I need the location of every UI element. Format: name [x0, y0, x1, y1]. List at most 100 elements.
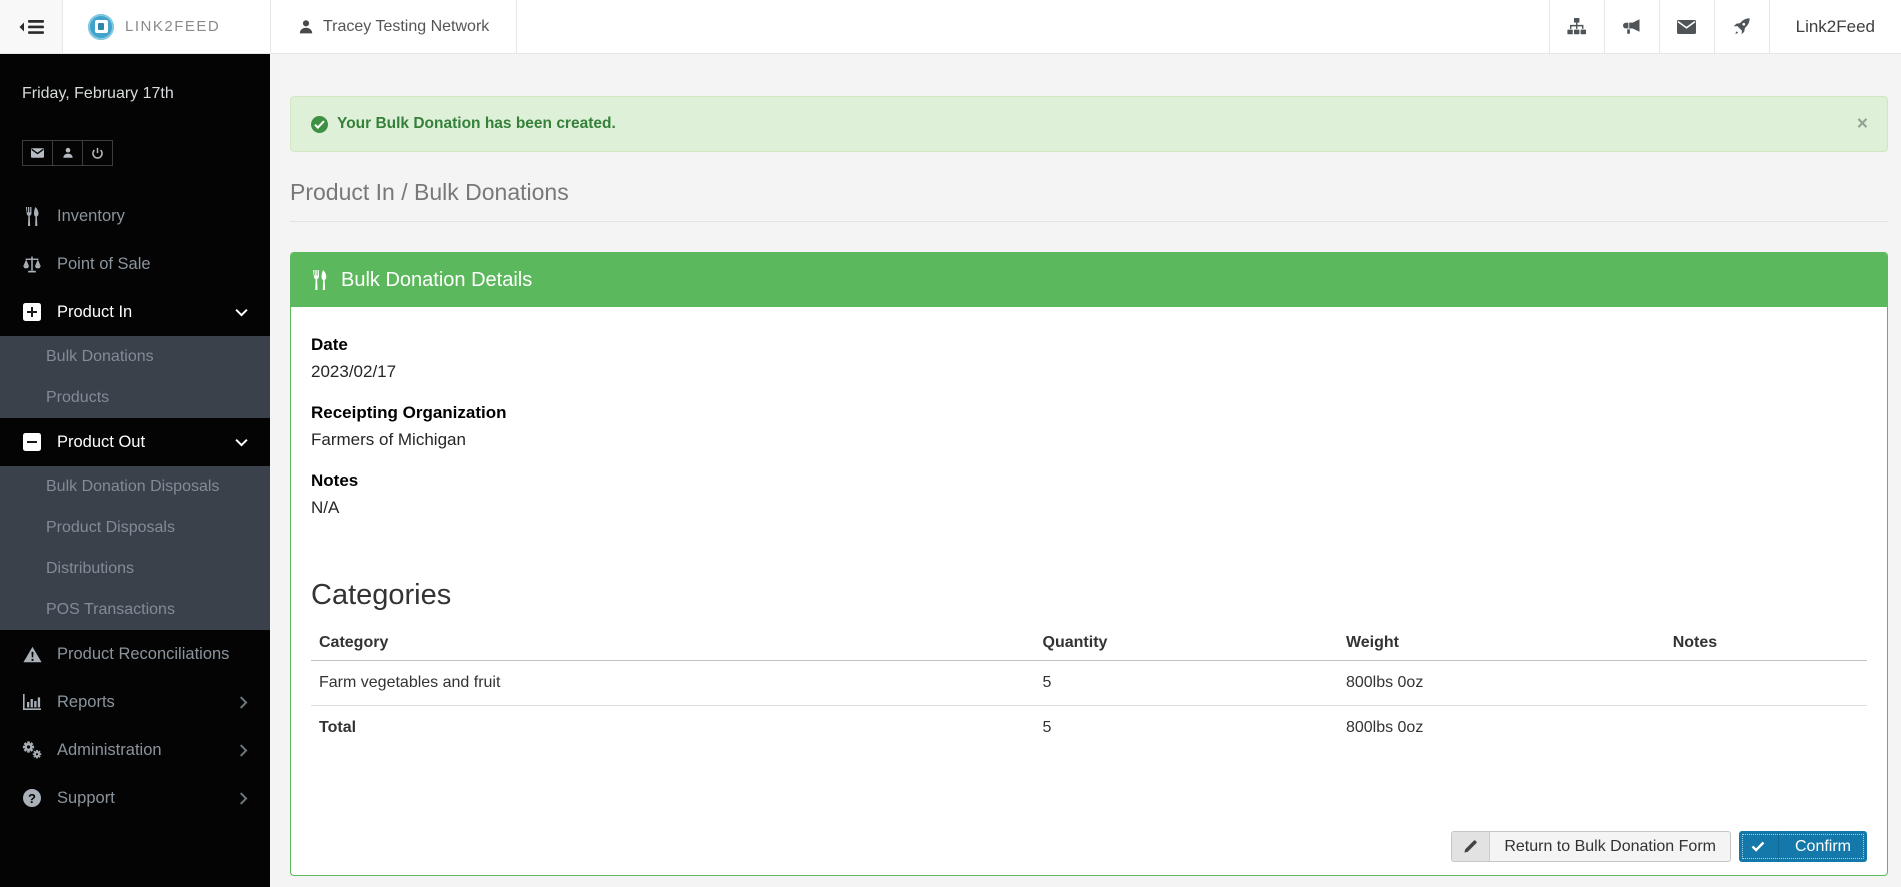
- sidebar-item-pos-transactions[interactable]: POS Transactions: [0, 589, 270, 630]
- sidebar-item-product-reconciliations[interactable]: Product Reconciliations: [0, 630, 270, 678]
- sidebar-item-label: Product Out: [57, 432, 146, 451]
- network-selector[interactable]: Tracey Testing Network: [270, 0, 518, 53]
- hamburger-icon: [19, 19, 44, 34]
- column-header-weight: Weight: [1337, 626, 1665, 661]
- confirm-button[interactable]: Confirm: [1738, 831, 1867, 862]
- sidebar-item-product-out[interactable]: Product Out: [0, 418, 270, 466]
- close-icon[interactable]: ×: [1857, 115, 1868, 134]
- network-name: Tracey Testing Network: [323, 17, 490, 35]
- sidebar-item-support[interactable]: ? Support: [0, 774, 270, 822]
- minus-square-icon: [22, 433, 42, 451]
- field-notes: Notes N/A: [311, 471, 1867, 518]
- field-receipting-organization: Receipting Organization Farmers of Michi…: [311, 403, 1867, 450]
- chevron-right-icon: [239, 791, 248, 805]
- categories-heading: Categories: [311, 579, 452, 611]
- cell-quantity: 5: [1042, 674, 1052, 691]
- sidebar-item-label: Reports: [57, 692, 115, 711]
- sitemap-button[interactable]: [1548, 0, 1604, 53]
- button-label: Confirm: [1794, 837, 1851, 855]
- submenu-item-label: Product Disposals: [46, 518, 175, 536]
- logout-quick-button[interactable]: [82, 140, 113, 166]
- sidebar-item-label: Product In: [57, 302, 133, 321]
- product-in-submenu: Bulk Donations Products: [0, 336, 270, 418]
- return-to-bulk-donation-form-button[interactable]: Return to Bulk Donation Form: [1451, 831, 1731, 862]
- panel-title: Bulk Donation Details: [341, 268, 533, 291]
- cell-total-label: Total: [311, 705, 1035, 750]
- chevron-down-icon: [235, 308, 248, 317]
- messages-quick-button[interactable]: [22, 140, 53, 166]
- sidebar-item-point-of-sale[interactable]: Point of Sale: [0, 240, 270, 288]
- table-row: Farm vegetables and fruit 5 800lbs 0oz: [311, 661, 1867, 706]
- megaphone-icon: [1622, 19, 1640, 34]
- sidebar-menu: Inventory Point of Sale Product In Bulk …: [0, 192, 270, 822]
- field-value: N/A: [311, 498, 340, 517]
- bulk-donation-details-panel: Bulk Donation Details Date 2023/02/17 Re…: [290, 252, 1888, 876]
- bar-chart-icon: [22, 694, 42, 710]
- sidebar-item-label: Product Reconciliations: [57, 644, 230, 663]
- categories-table: Category Quantity Weight Notes Farm vege…: [311, 626, 1867, 750]
- account-label: Link2Feed: [1795, 16, 1875, 36]
- field-value: 2023/02/17: [311, 362, 397, 381]
- sidebar-item-inventory[interactable]: Inventory: [0, 192, 270, 240]
- profile-quick-button[interactable]: [52, 140, 83, 166]
- announcements-button[interactable]: [1603, 0, 1659, 53]
- check-circle-icon: [311, 115, 328, 133]
- table-total-row: Total 5 800lbs 0oz: [311, 705, 1867, 750]
- cell-total-notes: [1664, 705, 1867, 750]
- field-value: Farmers of Michigan: [311, 430, 466, 449]
- submenu-item-label: Bulk Donations: [46, 347, 154, 365]
- submenu-item-label: Bulk Donation Disposals: [46, 477, 220, 495]
- power-icon: [92, 147, 103, 159]
- sidebar-item-distributions[interactable]: Distributions: [0, 548, 270, 589]
- whats-new-button[interactable]: [1713, 0, 1769, 53]
- breadcrumb: Product In / Bulk Donations: [290, 178, 1888, 222]
- sidebar-item-label: Administration: [57, 740, 162, 759]
- pencil-icon: [1452, 832, 1491, 861]
- submenu-item-label: Distributions: [46, 559, 135, 577]
- link2feed-logo-icon: [88, 13, 114, 40]
- brand-text: LINK2FEED: [125, 18, 221, 35]
- sidebar-item-reports[interactable]: Reports: [0, 678, 270, 726]
- sidebar-item-product-in[interactable]: Product In: [0, 288, 270, 336]
- top-bar: LINK2FEED Tracey Testing Network Link2Fe…: [0, 0, 1901, 54]
- user-icon: [299, 19, 313, 33]
- messages-button[interactable]: [1658, 0, 1714, 53]
- submenu-item-label: POS Transactions: [46, 600, 175, 618]
- panel-header: Bulk Donation Details: [291, 253, 1887, 307]
- sidebar-item-label: Point of Sale: [57, 254, 151, 273]
- cell-weight: 800lbs 0oz: [1345, 674, 1424, 691]
- sidebar-item-administration[interactable]: Administration: [0, 726, 270, 774]
- sidebar-quick-actions: [22, 140, 270, 166]
- main-content: Your Bulk Donation has been created. × P…: [270, 54, 1901, 887]
- action-buttons: Return to Bulk Donation Form Confirm: [1451, 831, 1867, 862]
- chevron-down-icon: [235, 438, 248, 447]
- field-date: Date 2023/02/17: [311, 335, 1867, 382]
- sidebar-item-product-disposals[interactable]: Product Disposals: [0, 507, 270, 548]
- account-menu[interactable]: Link2Feed: [1768, 0, 1901, 53]
- warning-icon: [22, 646, 42, 663]
- cell-total-quantity: 5: [1034, 705, 1338, 750]
- sidebar-item-products[interactable]: Products: [0, 377, 270, 418]
- mail-icon: [31, 148, 44, 158]
- scale-icon: [22, 256, 42, 273]
- column-header-quantity: Quantity: [1034, 626, 1338, 661]
- button-label: Return to Bulk Donation Form: [1504, 837, 1716, 855]
- sidebar-item-bulk-donations[interactable]: Bulk Donations: [0, 336, 270, 377]
- brand-home-link[interactable]: LINK2FEED: [63, 0, 270, 53]
- submenu-item-label: Products: [46, 388, 110, 406]
- question-icon: ?: [22, 789, 42, 807]
- rocket-icon: [1733, 18, 1750, 35]
- cell-total-weight: 800lbs 0oz: [1337, 705, 1665, 750]
- sidebar-item-label: Inventory: [57, 206, 125, 225]
- sidebar-toggle-button[interactable]: [0, 0, 63, 53]
- field-label: Notes: [311, 471, 359, 490]
- cogs-icon: [22, 741, 42, 759]
- sidebar: Friday, February 17th Inventory Point of…: [0, 54, 270, 887]
- app-window: LINK2FEED Tracey Testing Network Link2Fe…: [0, 0, 1901, 887]
- mail-icon: [1677, 19, 1697, 34]
- sidebar-item-bulk-donation-disposals[interactable]: Bulk Donation Disposals: [0, 466, 270, 507]
- product-out-submenu: Bulk Donation Disposals Product Disposal…: [0, 466, 270, 630]
- plus-square-icon: [22, 303, 42, 321]
- table-header-row: Category Quantity Weight Notes: [311, 626, 1867, 661]
